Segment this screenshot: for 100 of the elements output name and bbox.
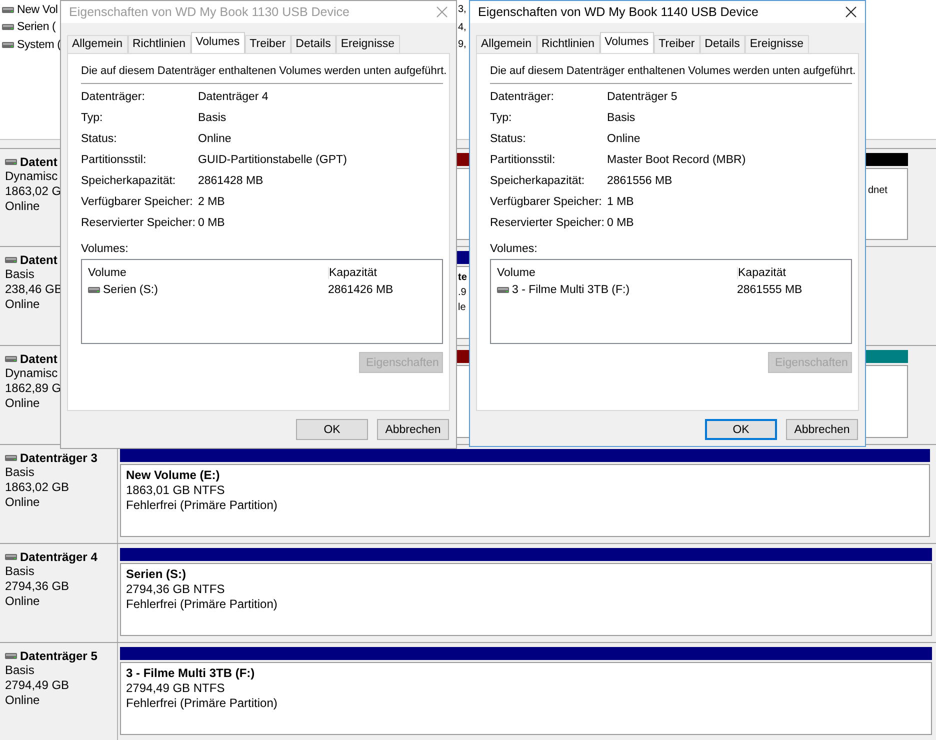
window-title: Eigenschaften von WD My Book 1140 USB Device: [478, 5, 758, 19]
partition-info: 2794,36 GB NTFS: [126, 582, 226, 597]
disk-status: Online: [5, 693, 40, 708]
disk-type: Basis: [5, 564, 34, 579]
disk-type: Basis: [5, 267, 34, 282]
property-label: Typ:: [81, 111, 103, 126]
table-cell: 9,: [458, 39, 466, 50]
tab[interactable]: Ereignisse: [336, 35, 400, 53]
partition-info: dnet: [868, 184, 888, 198]
property-label: Datenträger:: [490, 90, 554, 105]
partition-title: Serien (S:): [126, 567, 188, 582]
disk-status: Online: [5, 495, 40, 510]
partition-info: .9: [458, 286, 466, 300]
disk-size: 2794,49 GB: [5, 678, 70, 693]
disk-type: Dynamisc: [5, 169, 58, 184]
disk-size: 1862,89 G: [5, 381, 62, 396]
column-header[interactable]: Volume: [88, 267, 329, 279]
partition-info: Fehlerfrei (Primäre Partition): [126, 597, 278, 612]
tab[interactable]: Details: [700, 35, 745, 53]
property-label: Partitionsstil:: [490, 153, 556, 168]
disk-status: Online: [5, 594, 40, 609]
tab[interactable]: Allgemein: [476, 35, 536, 53]
description-text: Die auf diesem Datenträger enthaltenen Volumes werden unten aufgeführt.: [81, 65, 447, 77]
drive-icon: [2, 24, 14, 30]
volume-name[interactable]: New Vol: [17, 4, 58, 16]
drive-icon: [2, 6, 14, 13]
tab[interactable]: Treiber: [654, 35, 700, 53]
disk-name: Datent: [20, 155, 58, 169]
drive-icon: [2, 42, 14, 48]
disk-status: Online: [5, 297, 40, 312]
drive-icon: [88, 287, 100, 293]
disk-type: Basis: [5, 663, 34, 678]
partition-title: te: [458, 271, 467, 285]
partition-area[interactable]: 3 - Filme Multi 3TB (F:) 2794,49 GB NTFS Fehlerfrei (Primäre Partition): [120, 662, 932, 735]
drive-icon: [5, 159, 17, 165]
property-label: Status:: [81, 132, 117, 147]
tab[interactable]: Richtlinien: [536, 35, 600, 53]
table-cell: 2861426 MB: [328, 284, 394, 296]
drive-icon: [5, 653, 17, 659]
disk-status: Online: [5, 199, 40, 214]
property-value: Datenträger 5: [607, 90, 678, 105]
cancel-button[interactable]: Abbrechen: [377, 419, 449, 440]
property-value: 0 MB: [198, 216, 225, 231]
partition-title: New Volume (E:): [126, 468, 221, 483]
property-value: 0 MB: [607, 216, 634, 231]
property-label: Datenträger:: [81, 90, 145, 105]
tab[interactable]: Allgemein: [67, 35, 128, 53]
disk-name: Datenträger 3: [20, 451, 98, 465]
partition-area[interactable]: Serien (S:) 2794,36 GB NTFS Fehlerfrei (Primäre Partition): [120, 563, 932, 636]
drive-icon: [5, 356, 17, 362]
property-value: Online: [198, 132, 232, 147]
property-value: GUID-Partitionstabelle (GPT): [198, 153, 347, 168]
property-label: Verfügbarer Speicher:: [490, 195, 602, 210]
drive-icon: [5, 455, 17, 461]
disk-name: Datent: [20, 352, 58, 366]
cancel-button[interactable]: Abbrechen: [786, 419, 858, 440]
drive-icon: [5, 554, 17, 560]
disk-name: Datent: [20, 253, 58, 267]
disk-size: 1863,02 GB: [5, 480, 70, 495]
partition-bar[interactable]: [120, 647, 932, 660]
description-text: Die auf diesem Datenträger enthaltenen Volumes werden unten aufgeführt.: [490, 65, 856, 77]
column-header[interactable]: Volume: [497, 267, 738, 279]
partition-title: 3 - Filme Multi 3TB (F:): [126, 666, 256, 681]
ok-button[interactable]: OK: [705, 419, 777, 440]
property-value: Basis: [198, 111, 226, 126]
partition-bar[interactable]: [120, 548, 932, 561]
volume-name[interactable]: Serien (: [17, 21, 56, 34]
partition-info: Fehlerfrei (Primäre Partition): [126, 498, 278, 513]
disk-size: 1863,02 G: [5, 184, 62, 199]
tab[interactable]: Volumes: [600, 32, 654, 53]
property-label: Reservierter Speicher:: [490, 216, 604, 231]
window-title: Eigenschaften von WD My Book 1130 USB Device: [69, 5, 350, 19]
partition-info: Fehlerfrei (Primäre Partition): [126, 696, 278, 711]
disk-type: Dynamisc: [5, 366, 58, 381]
tab[interactable]: Richtlinien: [128, 35, 191, 53]
property-value: Basis: [607, 111, 636, 126]
ok-button[interactable]: OK: [296, 419, 368, 440]
property-label: Status:: [490, 132, 526, 147]
partition-bar[interactable]: [120, 449, 930, 462]
tab[interactable]: Treiber: [244, 35, 291, 53]
volume-name[interactable]: 3 - Filme Multi 3TB (F:): [512, 284, 630, 296]
close-icon[interactable]: [845, 6, 857, 18]
property-label: Typ:: [490, 111, 512, 126]
tab[interactable]: Volumes: [190, 32, 245, 53]
drive-icon: [5, 257, 17, 263]
property-value: Master Boot Record (MBR): [607, 153, 746, 168]
column-header[interactable]: Kapazität: [329, 267, 377, 279]
table-cell: 2861555 MB: [737, 284, 802, 296]
partition-area[interactable]: New Volume (E:) 1863,01 GB NTFS Fehlerfrei (Primäre Partition): [120, 464, 930, 537]
property-value: Datenträger 4: [198, 90, 268, 105]
disk-name: Datenträger 5: [20, 649, 98, 663]
tab[interactable]: Details: [290, 35, 336, 53]
property-value: 2861556 MB: [607, 174, 672, 189]
column-header[interactable]: Kapazität: [738, 267, 786, 279]
property-value: 2861428 MB: [198, 174, 264, 189]
partition-info: le: [458, 301, 466, 315]
disk-status: Online: [5, 396, 40, 411]
partition-info: 2794,49 GB NTFS: [126, 681, 226, 696]
table-cell: 4,: [458, 22, 466, 33]
tab[interactable]: Ereignisse: [744, 35, 809, 53]
